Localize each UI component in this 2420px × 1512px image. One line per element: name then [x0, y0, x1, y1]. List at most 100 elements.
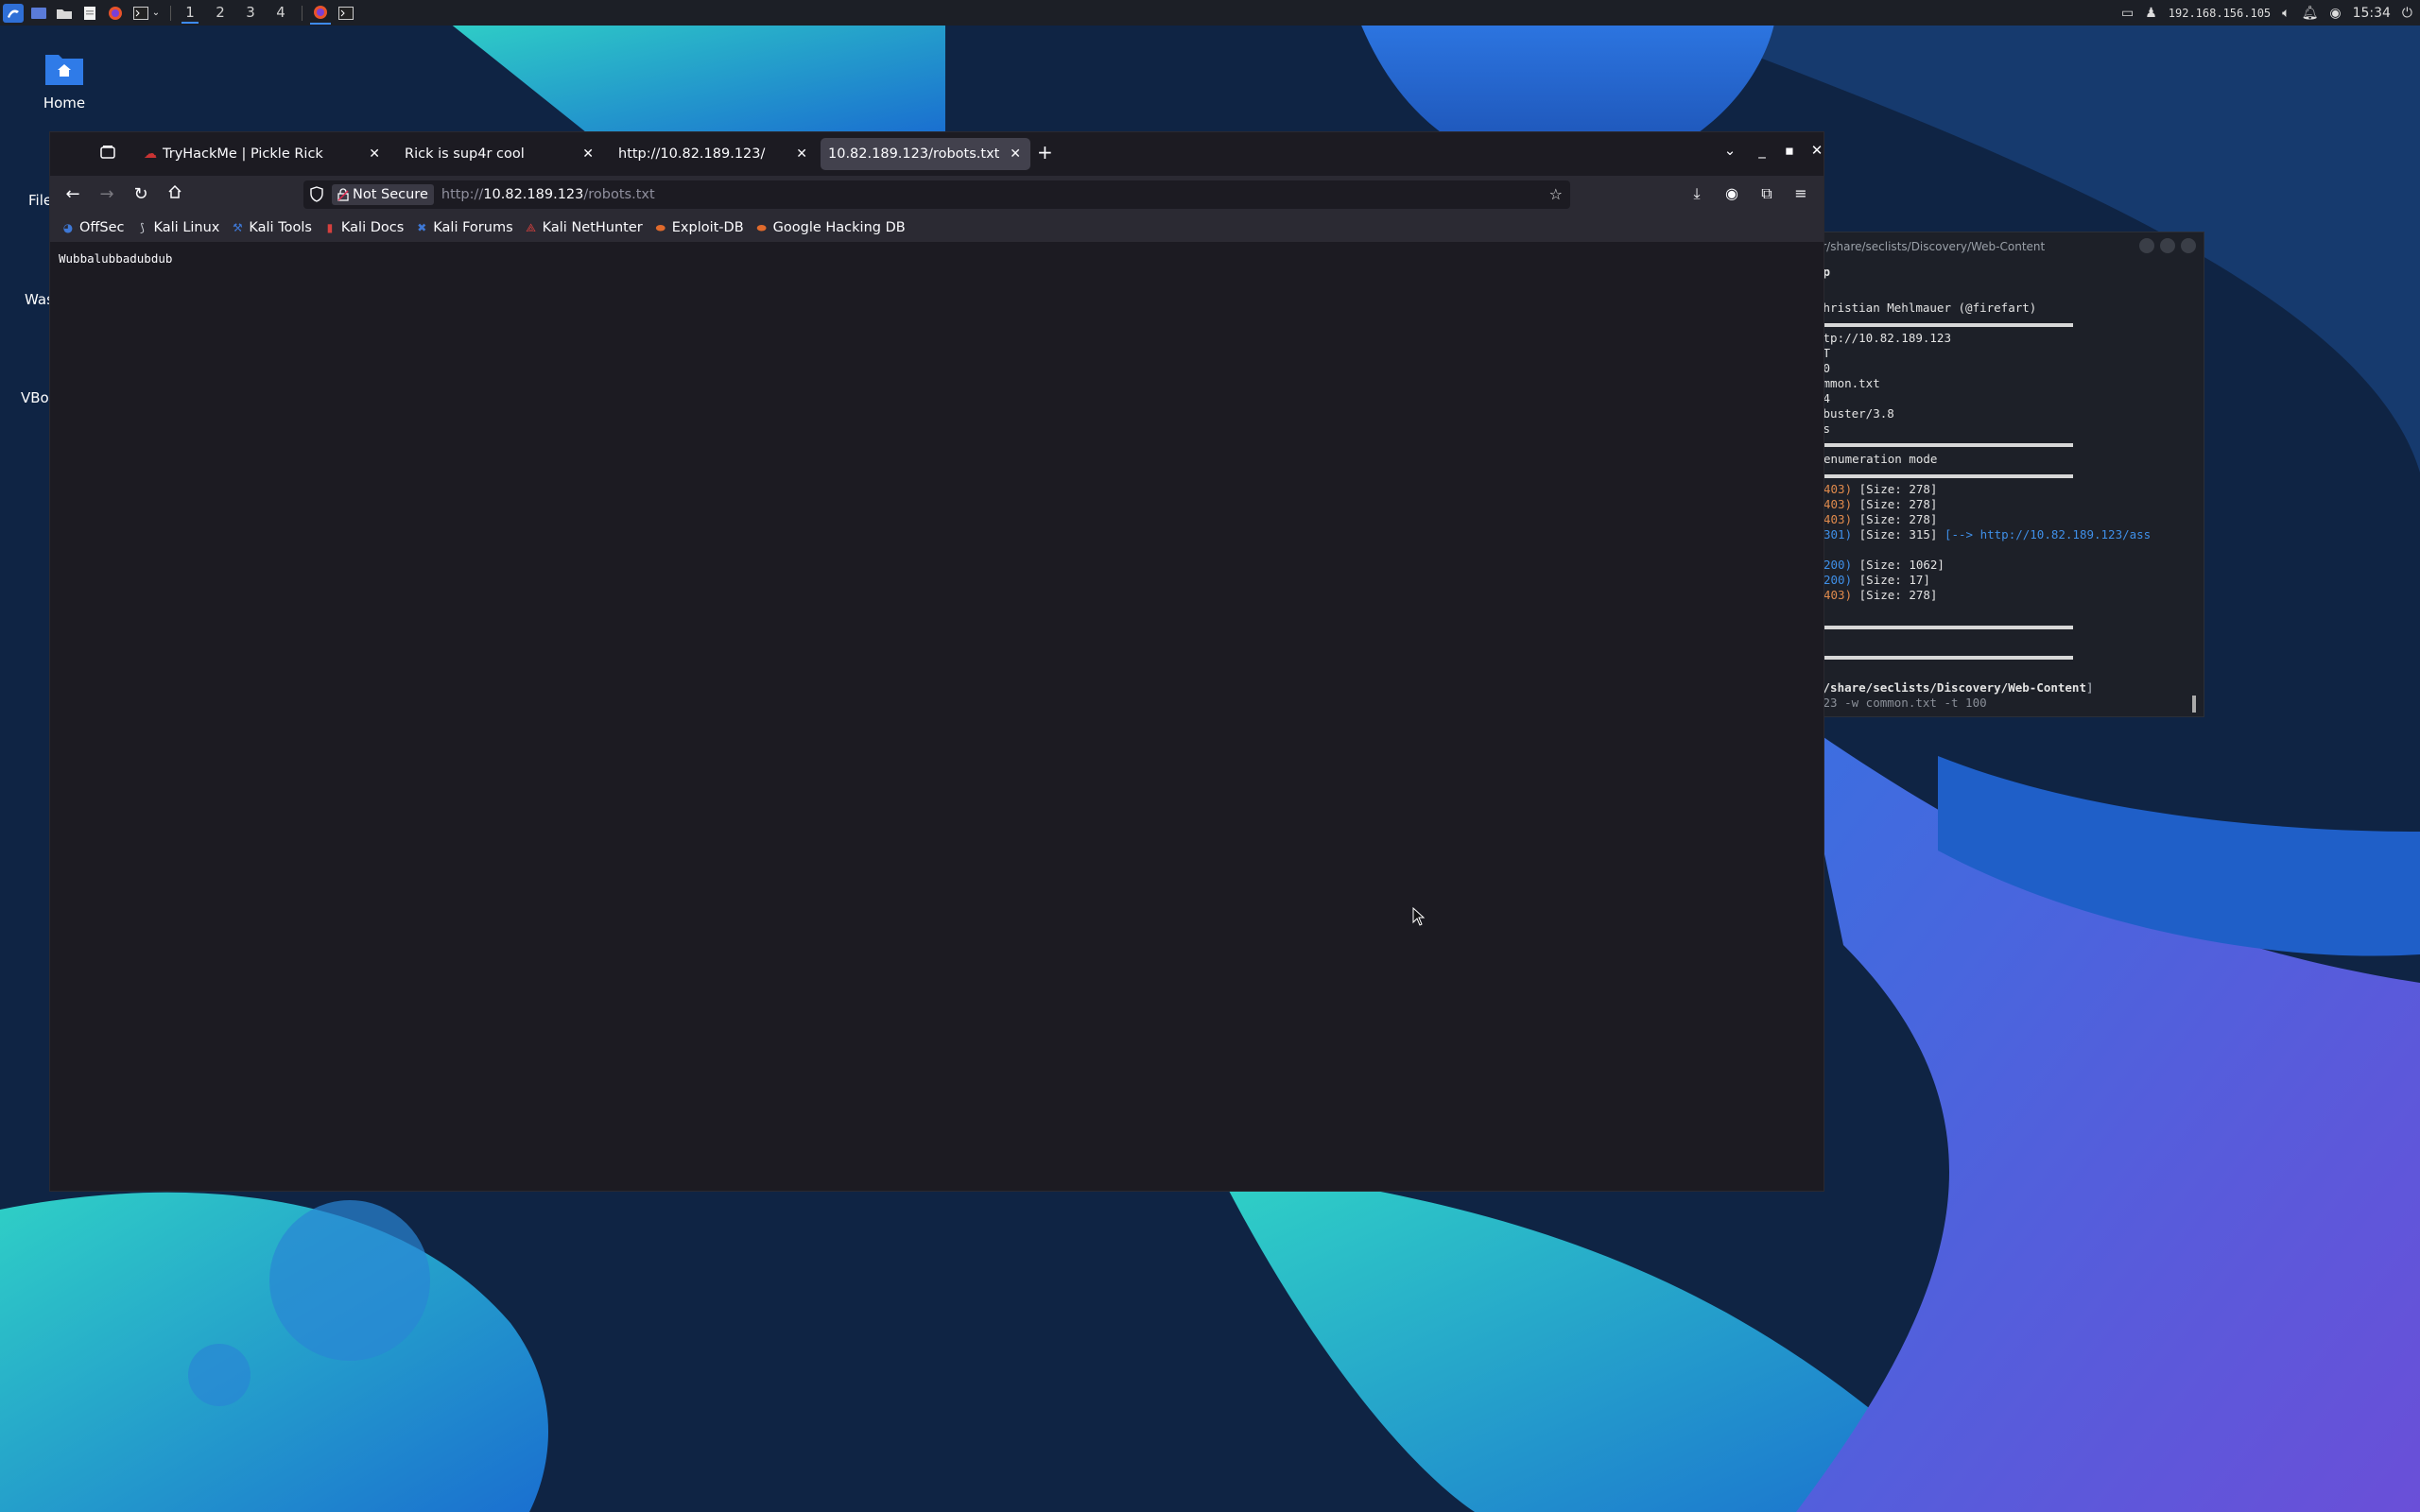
- exploit-db-icon: ⬬: [655, 220, 666, 234]
- network-icon[interactable]: ♟: [2145, 6, 2157, 21]
- terminal-rule: [1816, 443, 2073, 447]
- reload-button[interactable]: ↻: [130, 184, 152, 204]
- page-content: Wubbalubbadubdub: [50, 242, 1824, 1191]
- terminal-scrollbar[interactable]: [2192, 696, 2196, 713]
- files-icon[interactable]: [54, 4, 75, 23]
- firefox-task-icon[interactable]: [310, 2, 331, 25]
- forward-button[interactable]: →: [95, 184, 118, 204]
- workspace-3[interactable]: 3: [239, 0, 262, 26]
- separator: [170, 5, 171, 21]
- downloads-icon[interactable]: ⤓: [1685, 184, 1708, 203]
- maximize-button[interactable]: [2160, 238, 2175, 253]
- list-all-tabs-icon[interactable]: ⌄: [1719, 142, 1741, 159]
- chevron-down-icon[interactable]: ⌄: [151, 4, 161, 23]
- close-icon[interactable]: ✕: [369, 146, 380, 162]
- tab-tryhackme[interactable]: ☁ TryHackMe | Pickle Rick ✕: [134, 138, 389, 170]
- firefox-icon[interactable]: [105, 4, 126, 23]
- terminal-command-input[interactable]: 123 -w common.txt -t 100: [1816, 696, 1987, 711]
- bookmark-kali-forums[interactable]: ✖ Kali Forums: [415, 220, 512, 235]
- menu-icon[interactable]: ≡: [1789, 184, 1812, 202]
- terminal-line: ommon.txt: [1816, 376, 1880, 390]
- power-icon[interactable]: ⏻: [2402, 6, 2412, 21]
- terminal-task-icon[interactable]: [336, 4, 356, 23]
- close-icon[interactable]: ✕: [796, 146, 807, 162]
- terminal-window-controls: [2139, 238, 2196, 253]
- not-secure-label: Not Secure: [353, 187, 428, 202]
- tab-label: http://10.82.189.123/: [618, 146, 766, 162]
- bookmark-google-hacking-db[interactable]: ⬬ Google Hacking DB: [755, 220, 906, 235]
- terminal-rule: [1816, 656, 2073, 660]
- notification-bell-icon[interactable]: 🔔︎: [2302, 6, 2319, 21]
- back-button[interactable]: ←: [61, 184, 84, 204]
- firefox-window: ☁ TryHackMe | Pickle Rick ✕ Rick is sup4…: [50, 132, 1824, 1191]
- kali-tools-icon: ⚒: [233, 221, 243, 234]
- close-button[interactable]: [2181, 238, 2196, 253]
- desktop-icon-label: Home: [43, 94, 86, 112]
- result-row: 200) [Size: 17]: [1824, 573, 1930, 587]
- workspace-2[interactable]: 2: [209, 0, 232, 26]
- clock-icon: ◉: [2329, 5, 2342, 21]
- terminal-prompt: r/share/seclists/Discovery/Web-Content]: [1816, 680, 2094, 695]
- bookmark-kali-linux[interactable]: ⟆ Kali Linux: [136, 220, 219, 235]
- tab-10-82-189-123[interactable]: http://10.82.189.123/ ✕: [607, 138, 817, 170]
- bookmark-kali-docs[interactable]: ▮ Kali Docs: [323, 220, 405, 235]
- close-window-button[interactable]: ✕: [1806, 142, 1828, 159]
- desktop-icon-home[interactable]: Home: [36, 49, 93, 112]
- result-row: 403) [Size: 278]: [1824, 497, 1938, 511]
- navigation-toolbar: ← → ↻ Not Secure http://10.82.189.123/ro…: [50, 176, 1824, 214]
- close-icon[interactable]: ✕: [582, 146, 594, 162]
- bookmark-star-icon[interactable]: ☆: [1549, 185, 1563, 203]
- volume-icon[interactable]: 🔈︎: [2282, 6, 2290, 21]
- result-row: 403) [Size: 278]: [1824, 482, 1938, 496]
- bookmarks-toolbar: ◕ OffSec ⟆ Kali Linux ⚒ Kali Tools ▮ Kali Do…: [50, 214, 1824, 242]
- close-icon[interactable]: ✕: [1010, 146, 1021, 162]
- bookmark-kali-tools[interactable]: ⚒ Kali Tools: [231, 220, 312, 235]
- tab-bar: ☁ TryHackMe | Pickle Rick ✕ Rick is sup4…: [50, 132, 1824, 176]
- terminal-line: Christian Mehlmauer (@firefart): [1816, 301, 2037, 315]
- bookmark-exploit-db[interactable]: ⬬ Exploit-DB: [654, 220, 744, 235]
- system-tray: ▭ ♟ 192.168.156.105 🔈︎ 🔔︎ ◉ 15:34 ⏻: [2121, 0, 2412, 26]
- terminal-line: obuster/3.8: [1816, 406, 1894, 421]
- clock-time[interactable]: 15:34: [2353, 6, 2391, 21]
- desktop-icon-vbox[interactable]: VBo: [21, 389, 49, 406]
- bookmark-offsec[interactable]: ◕ OffSec: [61, 220, 125, 235]
- firefox-view-icon[interactable]: [99, 144, 118, 163]
- url-bar[interactable]: Not Secure http://10.82.189.123/robots.t…: [303, 180, 1570, 209]
- kali-docs-icon: ▮: [326, 221, 334, 234]
- not-secure-indicator[interactable]: Not Secure: [332, 184, 434, 205]
- robots-txt-content: Wubbalubbadubdub: [59, 251, 173, 266]
- result-row: 200) [Size: 1062]: [1824, 558, 1945, 572]
- top-panel: ⌄ 1 2 3 4 ▭ ♟ 192.168.156.105 🔈︎ 🔔︎ ◉ 15…: [0, 0, 2420, 26]
- folder-home-icon: [45, 55, 83, 85]
- url-text[interactable]: http://10.82.189.123/robots.txt: [441, 187, 655, 202]
- lock-warning-icon: [337, 188, 349, 201]
- desktop-icon-file-system[interactable]: File: [28, 192, 52, 209]
- workspace-4[interactable]: 4: [269, 0, 292, 26]
- tab-label: 10.82.189.123/robots.txt: [828, 146, 1000, 162]
- tab-robots-txt[interactable]: 10.82.189.123/robots.txt ✕: [821, 138, 1030, 170]
- result-row: 403) [Size: 278]: [1824, 512, 1938, 526]
- new-tab-button[interactable]: +: [1037, 141, 1053, 163]
- desktop-icon-label: VBo: [21, 389, 49, 406]
- account-icon[interactable]: ◉: [1720, 184, 1743, 202]
- desktop-icon-label: File: [28, 192, 53, 209]
- minimize-button[interactable]: _: [1751, 142, 1773, 159]
- terminal-window[interactable]: sr/share/seclists/Discovery/Web-Content …: [1815, 232, 2204, 717]
- nethunter-icon: ⟁: [526, 220, 536, 234]
- maximize-button[interactable]: ◼: [1778, 145, 1801, 157]
- text-editor-icon[interactable]: [79, 4, 100, 23]
- extensions-icon[interactable]: ⧉: [1755, 184, 1778, 203]
- terminal-rule: [1816, 323, 2073, 327]
- kali-menu-icon[interactable]: [3, 3, 24, 23]
- desktop-icon[interactable]: [28, 4, 49, 23]
- shield-icon[interactable]: [309, 186, 324, 207]
- bookmark-kali-nethunter[interactable]: ⟁ Kali NetHunter: [525, 220, 642, 235]
- ghdb-icon: ⬬: [756, 220, 767, 234]
- minimize-button[interactable]: [2139, 238, 2154, 253]
- tab-rick-is-sup4r-cool[interactable]: Rick is sup4r cool ✕: [393, 138, 603, 170]
- tab-label: Rick is sup4r cool: [405, 146, 525, 162]
- terminal-icon[interactable]: [130, 4, 151, 23]
- window-icon[interactable]: ▭: [2121, 6, 2134, 21]
- workspace-1[interactable]: 1: [179, 0, 201, 26]
- home-button[interactable]: [164, 184, 186, 204]
